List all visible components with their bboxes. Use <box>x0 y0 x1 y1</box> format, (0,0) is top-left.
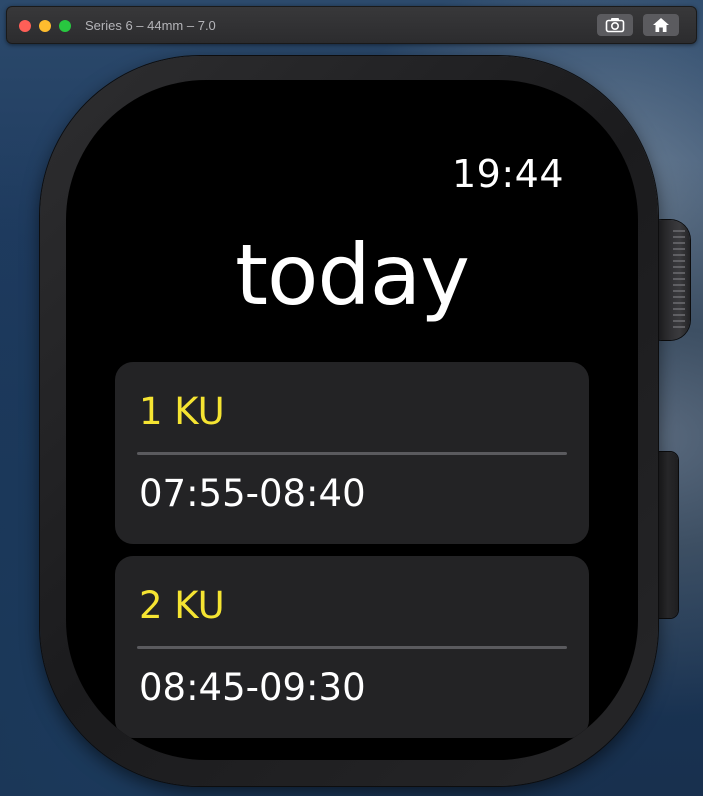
crown-ridges <box>673 230 685 330</box>
lesson-time: 08:45-09:30 <box>139 666 366 709</box>
zoom-window-button[interactable] <box>59 20 71 32</box>
card-divider <box>137 646 567 649</box>
simulator-titlebar: Series 6 – 44mm – 7.0 <box>6 6 697 44</box>
lesson-label: 1 KU <box>139 390 225 433</box>
card-divider <box>137 452 567 455</box>
page-title: today <box>235 226 470 324</box>
home-icon <box>653 18 669 32</box>
lesson-card[interactable]: 2 KU 08:45-09:30 <box>115 556 589 738</box>
lesson-time: 07:55-08:40 <box>139 472 366 515</box>
window-title: Series 6 – 44mm – 7.0 <box>85 18 216 33</box>
camera-icon <box>605 18 625 33</box>
screenshot-button[interactable] <box>597 14 633 36</box>
minimize-window-button[interactable] <box>39 20 51 32</box>
lesson-label: 2 KU <box>139 584 225 627</box>
watch-screen: 19:44 today 1 KU 07:55-08:40 2 KU 08:45-… <box>66 80 638 760</box>
close-window-button[interactable] <box>19 20 31 32</box>
home-button[interactable] <box>643 14 679 36</box>
status-clock: 19:44 <box>451 152 564 196</box>
lesson-card[interactable]: 1 KU 07:55-08:40 <box>115 362 589 544</box>
